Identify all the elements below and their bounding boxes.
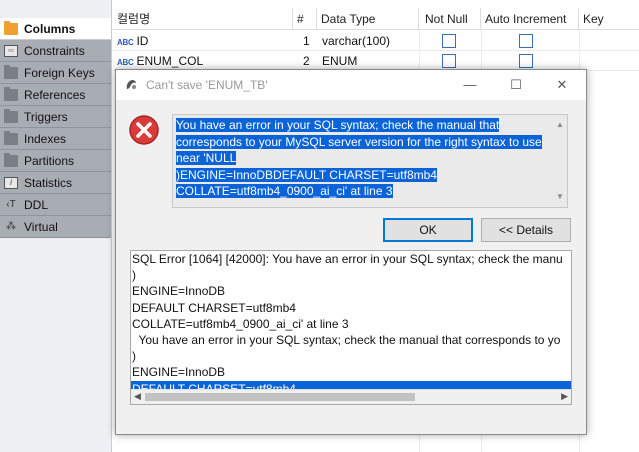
auto-increment-checkbox[interactable] xyxy=(519,34,533,48)
details-horizontal-scrollbar[interactable]: ◀ ▶ xyxy=(131,389,571,404)
data-type-cell[interactable]: ENUM xyxy=(318,51,357,71)
grid-header: 컬럼명 # Data Type Not Null Auto Increment … xyxy=(113,8,639,30)
message-scrollbar[interactable]: ▲ ▼ xyxy=(553,115,567,207)
string-type-icon: ABC xyxy=(117,58,134,67)
sidebar-item-label: Indexes xyxy=(24,131,67,146)
sidebar-item-label: Statistics xyxy=(24,175,73,190)
sidebar-item-label: DDL xyxy=(24,197,49,212)
sidebar-item-label: References xyxy=(24,87,86,102)
error-icon xyxy=(129,115,159,145)
not-null-checkbox[interactable] xyxy=(442,54,456,68)
virtual-icon: ⁂ xyxy=(6,220,16,232)
sidebar-item-constraints[interactable]: ▫▫ Constraints xyxy=(0,40,111,62)
string-type-icon: ABC xyxy=(117,38,134,47)
details-text[interactable]: SQL Error [1064] [42000]: You have an er… xyxy=(131,251,571,404)
ordinal-cell: 2 xyxy=(303,54,310,68)
dialog-titlebar[interactable]: Can't save 'ENUM_TB' — ☐ ✕ xyxy=(116,70,586,100)
not-null-checkbox[interactable] xyxy=(442,34,456,48)
column-name-cell[interactable]: ABC ENUM_COL xyxy=(113,51,293,71)
minimize-button[interactable]: — xyxy=(447,70,493,100)
header-auto-increment[interactable]: Auto Increment xyxy=(481,8,579,30)
sidebar-item-virtual[interactable]: ⁂ Virtual xyxy=(0,216,111,238)
ok-button[interactable]: OK xyxy=(383,218,473,242)
header-key[interactable]: Key xyxy=(579,8,639,30)
info-icon: i xyxy=(4,176,18,189)
column-name: ID xyxy=(136,34,149,48)
app-icon xyxy=(126,80,136,89)
editor-sidebar: Columns ▫▫ Constraints Foreign Keys Refe… xyxy=(0,0,112,452)
scroll-up-icon[interactable]: ▲ xyxy=(556,117,564,134)
details-line: SQL Error [1064] [42000]: You have an er… xyxy=(132,252,563,266)
sidebar-item-partitions[interactable]: Partitions xyxy=(0,150,111,172)
details-line: ) xyxy=(132,268,136,283)
folder-icon xyxy=(4,152,18,167)
error-dialog: Can't save 'ENUM_TB' — ☐ ✕ You have an e… xyxy=(115,69,587,435)
sidebar-item-label: Virtual xyxy=(24,219,58,234)
maximize-button[interactable]: ☐ xyxy=(493,70,539,100)
column-name-cell[interactable]: ABC ID xyxy=(113,31,293,51)
sidebar-item-label: Constraints xyxy=(24,43,85,58)
sidebar-item-columns[interactable]: Columns xyxy=(0,18,111,40)
folder-icon xyxy=(4,64,18,79)
details-line: ENGINE=InnoDB xyxy=(132,284,226,299)
sidebar-item-label: Columns xyxy=(24,21,76,36)
details-line: ENGINE=InnoDB xyxy=(132,365,226,380)
table-row[interactable]: ABC ENUM_COL 2 ENUM xyxy=(113,51,639,71)
scroll-left-icon[interactable]: ◀ xyxy=(134,391,141,402)
sidebar-item-label: Partitions xyxy=(24,153,75,168)
folder-icon xyxy=(4,108,18,123)
message-line: corresponds to your MySQL server version… xyxy=(176,134,542,149)
details-line: DEFAULT CHARSET=utf8mb4 xyxy=(132,300,296,315)
header-not-null[interactable]: Not Null xyxy=(419,8,481,30)
sidebar-item-statistics[interactable]: i Statistics xyxy=(0,172,111,194)
header-data-type[interactable]: Data Type xyxy=(317,8,419,30)
sidebar-item-label: Triggers xyxy=(24,109,68,124)
message-line: COLLATE=utf8mb4_0900_ai_ci' at line 3 xyxy=(176,184,393,198)
sidebar-item-foreign-keys[interactable]: Foreign Keys xyxy=(0,62,111,84)
scroll-right-icon[interactable]: ▶ xyxy=(561,391,568,402)
folder-icon xyxy=(4,86,18,101)
message-line: )ENGINE=InnoDBDEFAULT CHARSET=utf8mb4 xyxy=(176,167,437,182)
message-line: You have an error in your SQL syntax; ch… xyxy=(176,118,500,132)
sidebar-item-indexes[interactable]: Indexes xyxy=(0,128,111,150)
sidebar-item-label: Foreign Keys xyxy=(24,65,95,80)
data-type-cell[interactable]: varchar(100) xyxy=(318,31,390,51)
auto-increment-checkbox[interactable] xyxy=(519,54,533,68)
header-column-name[interactable]: 컬럼명 xyxy=(113,8,293,30)
table-row[interactable]: ABC ID 1 varchar(100) xyxy=(113,31,639,51)
header-ordinal[interactable]: # xyxy=(293,8,317,30)
details-line: You have an error in your SQL syntax; ch… xyxy=(132,332,561,347)
error-message-box[interactable]: You have an error in your SQL syntax; ch… xyxy=(172,114,568,208)
columns-icon xyxy=(4,20,18,35)
sidebar-item-ddl[interactable]: ‹T DDL xyxy=(0,194,111,216)
sidebar-item-triggers[interactable]: Triggers xyxy=(0,106,111,128)
error-details-box[interactable]: SQL Error [1064] [42000]: You have an er… xyxy=(130,250,572,405)
sidebar-item-references[interactable]: References xyxy=(0,84,111,106)
close-button[interactable]: ✕ xyxy=(539,70,585,100)
message-line: near 'NULL xyxy=(176,151,237,165)
error-message-text[interactable]: You have an error in your SQL syntax; ch… xyxy=(176,117,553,200)
details-line: COLLATE=utf8mb4_0900_ai_ci' at line 3 xyxy=(132,316,349,331)
ddl-icon: ‹T xyxy=(6,198,16,210)
details-line: ) xyxy=(132,349,136,364)
scroll-down-icon[interactable]: ▼ xyxy=(556,189,564,206)
scrollbar-thumb[interactable] xyxy=(145,393,415,401)
constraints-icon: ▫▫ xyxy=(4,44,18,57)
details-button[interactable]: << Details xyxy=(481,218,571,242)
column-name: ENUM_COL xyxy=(136,54,204,68)
ordinal-cell: 1 xyxy=(303,34,310,48)
folder-icon xyxy=(4,130,18,145)
dialog-title: Can't save 'ENUM_TB' xyxy=(146,78,268,92)
